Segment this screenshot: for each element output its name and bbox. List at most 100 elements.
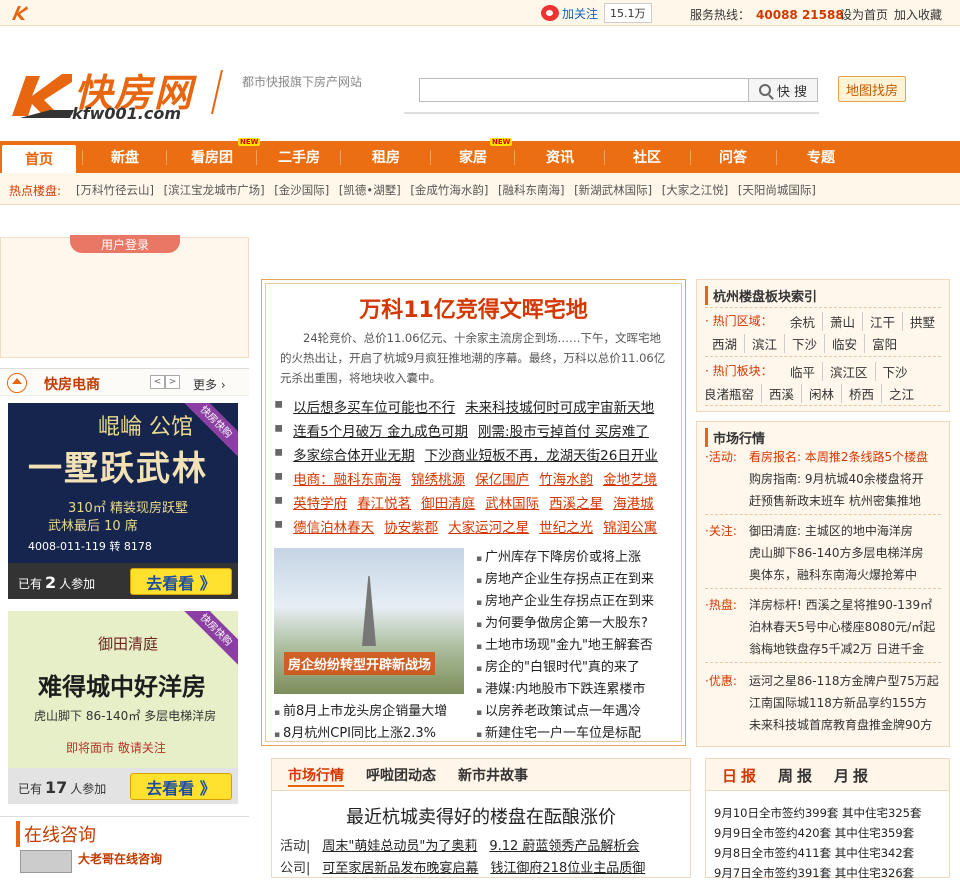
hot-property-link[interactable]: [大家之江悦] [662, 183, 728, 197]
side-news-link[interactable]: 港媒:内地股市下跌连累楼市 [476, 678, 645, 697]
block-link[interactable]: 闲林 [802, 384, 843, 403]
market-link[interactable]: 虎山脚下86-140方多层电梯洋房 [749, 544, 924, 561]
property-link[interactable]: 保亿围庐 [475, 468, 529, 488]
news-link[interactable]: 多家综合体开业无期 [293, 444, 415, 464]
district-link[interactable]: 滨江 [745, 334, 786, 353]
property-link[interactable]: 金地艺境 [603, 468, 657, 488]
news-link[interactable]: 连看5个月破万 金九成色可期 [293, 420, 468, 440]
hot-property-link[interactable]: [滨江宝龙城市广场] [164, 183, 265, 197]
ad-kunlun-mansion[interactable]: 快房快购 崐崘 公馆 一墅跃武林 310㎡ 精装现房跃墅 武林最后 10 席 4… [8, 403, 238, 599]
tab-weekly[interactable]: 周报 [778, 765, 816, 786]
nav-qa[interactable]: 问答 [694, 141, 772, 173]
property-link[interactable]: 英特学府 [293, 492, 347, 512]
nav-topics[interactable]: 专题 [780, 141, 862, 173]
property-link[interactable]: 德信泊林春天 [293, 516, 374, 536]
site-logo[interactable]: 快房网 kfw001.com [10, 66, 200, 123]
hot-property-link[interactable]: [万科竹径云山] [76, 183, 154, 197]
weibo-follow[interactable]: 加关注 15.1万 [541, 3, 652, 23]
side-news-link[interactable]: 以房养老政策试点一年遇冷 [476, 700, 641, 719]
set-homepage-link[interactable]: 设为首页 [840, 6, 888, 23]
nav-home[interactable]: 首页 [2, 145, 76, 173]
market-link[interactable]: 购房指南: 9月杭城40余楼盘将开 [749, 470, 924, 487]
block-link[interactable]: 下沙 [876, 362, 915, 381]
market-link[interactable]: 洋房标杆! 西溪之星将推90-139㎡ [749, 596, 932, 613]
property-link[interactable]: 武林国际 [485, 492, 539, 512]
block-link[interactable]: 之江 [882, 384, 921, 403]
search-button[interactable]: 快 搜 [748, 78, 818, 102]
featured-headline[interactable]: 万科11亿竞得文晖宅地 [262, 292, 685, 324]
property-link[interactable]: 西溪之星 [549, 492, 603, 512]
block-link[interactable]: 良渚瓶窑 [697, 384, 763, 403]
daily-stat-row[interactable]: 9月10日全市签约399套 其中住宅325套 [714, 805, 922, 821]
market-link[interactable]: 看房报名: 本周推2条线路5个楼盘 [749, 448, 928, 465]
nav-news[interactable]: 资讯 [518, 141, 602, 173]
block-link[interactable]: 桥西 [842, 384, 883, 403]
property-link[interactable]: 春江悦茗 [357, 492, 411, 512]
daily-stat-row[interactable]: 9月8日全市签约411套 其中住宅342套 [714, 845, 914, 861]
news-photo[interactable]: 房企纷纷转型开辟新战场 [274, 548, 464, 694]
side-news-link[interactable]: 房企的"白银时代"真的来了 [476, 656, 640, 675]
block-link[interactable]: 滨江区 [823, 362, 876, 381]
hot-property-link[interactable]: [金沙国际] [274, 183, 329, 197]
district-link[interactable]: 江干 [863, 312, 904, 331]
go-see-button[interactable]: 去看看 》 [130, 773, 232, 800]
district-link[interactable]: 余杭 [783, 312, 824, 331]
tab-group-news[interactable]: 呼啦团动态 [366, 765, 436, 785]
nav-community[interactable]: 社区 [608, 141, 686, 173]
property-link[interactable]: 锦绣桃源 [411, 468, 465, 488]
market-link[interactable]: 赶预售新政末班车 杭州密集推地 [749, 492, 921, 509]
side-news-link[interactable]: 房地产企业生存拐点正在到来 [476, 568, 654, 587]
market-link[interactable]: 泊林春天5号中心楼座8080元/㎡起 [749, 618, 935, 635]
news-link[interactable]: 前8月上市龙头房企销量大增 [274, 700, 447, 719]
user-login-tab[interactable]: 用户登录 [70, 235, 180, 253]
news-link[interactable]: 以后想多买车位可能也不行 [293, 396, 455, 416]
add-favorite-link[interactable]: 加入收藏 [894, 6, 942, 23]
property-link[interactable]: 大家运河之星 [448, 516, 529, 536]
property-link[interactable]: 竹海水韵 [539, 468, 593, 488]
ad-yutian-qingting[interactable]: 快房快购 御田清庭 难得城中好洋房 虎山脚下 86-140㎡ 多层电梯洋房 即将… [8, 611, 238, 804]
news-link[interactable]: 刚需:股市亏掉首付 买房难了 [478, 420, 649, 440]
hot-property-link[interactable]: [融科东南海] [498, 183, 564, 197]
tab-daily[interactable]: 日报 [722, 765, 760, 786]
tab-stories[interactable]: 新市井故事 [458, 765, 528, 785]
side-news-link[interactable]: 新建住宅一户一车位是标配 [476, 722, 641, 741]
go-see-button[interactable]: 去看看 》 [130, 568, 232, 595]
photo-caption[interactable]: 房企纷纷转型开辟新战场 [284, 652, 436, 675]
district-link[interactable]: 拱墅 [903, 312, 942, 331]
side-news-link[interactable]: 为何要争做房企第一大股东? [476, 612, 648, 631]
follow-link[interactable]: 加关注 [562, 5, 598, 22]
district-link[interactable]: 西湖 [705, 334, 746, 353]
news-link[interactable]: 未来科技城何时可成宇宙新天地 [465, 396, 654, 416]
tab-market[interactable]: 市场行情 [288, 765, 344, 787]
district-link[interactable]: 临安 [825, 334, 866, 353]
next-arrow-icon[interactable]: > [165, 375, 180, 389]
property-link[interactable]: 锦润公寓 [603, 516, 657, 536]
hot-property-link[interactable]: [凯德•湖墅] [339, 183, 401, 197]
block-link[interactable]: 西溪 [762, 384, 803, 403]
search-input[interactable] [419, 78, 749, 102]
tab-news-link[interactable]: 钱江御府218位业主品质御 [490, 857, 645, 876]
nav-second-hand[interactable]: 二手房 [260, 141, 338, 173]
hot-property-link[interactable]: [金成竹海水韵] [410, 183, 488, 197]
consult-subtitle[interactable]: 大老哥在线咨询 [78, 850, 162, 867]
daily-stat-row[interactable]: 9月9日全市签约420套 其中住宅359套 [714, 825, 914, 841]
district-link[interactable]: 萧山 [823, 312, 864, 331]
property-link[interactable]: 世纪之光 [539, 516, 593, 536]
ecommerce-more-link[interactable]: 更多 › [193, 376, 226, 393]
tab-headline[interactable]: 最近杭城卖得好的楼盘在酝酿涨价 [272, 803, 690, 829]
prev-arrow-icon[interactable]: < [150, 375, 165, 389]
market-link[interactable]: 未来科技城首席教育盘推金牌90方 [749, 716, 932, 733]
site-mini-logo-icon[interactable] [12, 6, 28, 20]
news-link[interactable]: 下沙商业短板不再，龙湖天街26日开业 [425, 444, 658, 464]
news-link[interactable]: 8月杭州CPI同比上涨2.3% [274, 722, 436, 741]
tab-news-link[interactable]: 可至家居新品发布晚宴启幕 [322, 857, 478, 876]
property-link[interactable]: 电商：融科东南海 [293, 468, 401, 488]
side-news-link[interactable]: 广州库存下降房价或将上涨 [476, 546, 641, 565]
property-link[interactable]: 协安紫郡 [384, 516, 438, 536]
block-link[interactable]: 临平 [783, 362, 824, 381]
side-news-link[interactable]: 房地产企业生存拐点正在到来 [476, 590, 654, 609]
property-link[interactable]: 海港城 [613, 492, 654, 512]
nav-rent[interactable]: 租房 [344, 141, 428, 173]
market-link[interactable]: 翁梅地铁盘存5千减2万 日进千金 [749, 640, 924, 657]
district-link[interactable]: 富阳 [865, 334, 904, 353]
